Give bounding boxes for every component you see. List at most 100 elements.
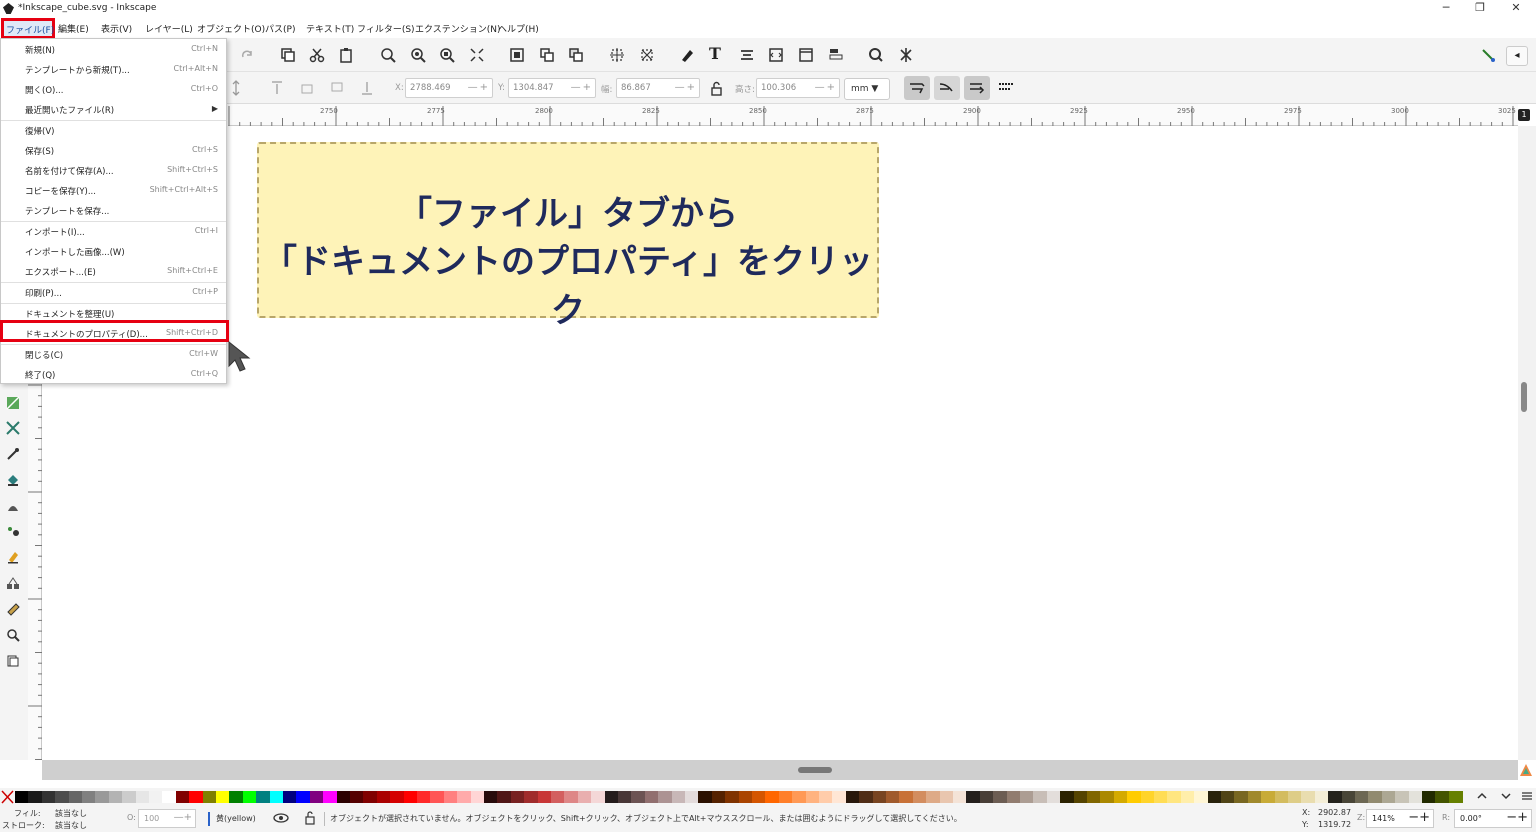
color-swatch[interactable]: [390, 791, 405, 803]
color-swatch[interactable]: [1261, 791, 1276, 803]
menu-help[interactable]: ヘルプ(H): [498, 22, 539, 35]
restore-button[interactable]: ❐: [1462, 0, 1498, 18]
menu-filters[interactable]: フィルター(S): [357, 22, 415, 35]
color-swatch[interactable]: [484, 791, 498, 803]
lower-icon[interactable]: [330, 80, 344, 96]
color-swatch[interactable]: [778, 791, 793, 803]
color-swatch[interactable]: [551, 791, 565, 803]
color-swatch[interactable]: [1127, 791, 1142, 803]
measure-tool-icon[interactable]: [6, 602, 20, 616]
menu-item-export[interactable]: エクスポート...(E) Shift+Ctrl+E: [1, 261, 226, 281]
menu-text[interactable]: テキスト(T): [306, 22, 354, 35]
color-swatch[interactable]: [1381, 791, 1396, 803]
color-swatch[interactable]: [376, 791, 391, 803]
color-swatch[interactable]: [149, 791, 163, 803]
color-swatch[interactable]: [1221, 791, 1235, 803]
color-swatch[interactable]: [403, 791, 418, 803]
menu-item-import-clipart[interactable]: インポートした画像...(W): [1, 241, 226, 261]
menu-object[interactable]: オブジェクト(O): [197, 22, 265, 35]
color-swatch[interactable]: [1288, 791, 1302, 803]
move-patterns-icon[interactable]: [998, 81, 1014, 95]
color-swatch[interactable]: [242, 791, 257, 803]
color-swatch[interactable]: [859, 791, 874, 803]
clone-icon[interactable]: [568, 47, 584, 63]
color-swatch[interactable]: [671, 791, 686, 803]
color-swatch[interactable]: [618, 791, 632, 803]
color-swatch[interactable]: [1408, 791, 1423, 803]
color-swatch[interactable]: [1247, 791, 1262, 803]
color-swatch[interactable]: [497, 791, 512, 803]
color-swatch[interactable]: [725, 791, 740, 803]
color-swatch[interactable]: [510, 791, 525, 803]
color-swatch[interactable]: [28, 791, 43, 803]
duplicate-icon[interactable]: [280, 47, 296, 63]
select-same-icon[interactable]: [609, 47, 625, 63]
menu-item-open[interactable]: 開く(O)... Ctrl+O: [1, 79, 226, 99]
menu-edit[interactable]: 編集(E): [58, 22, 89, 35]
color-swatch[interactable]: [1314, 791, 1329, 803]
color-swatch[interactable]: [309, 791, 324, 803]
color-swatch[interactable]: [443, 791, 458, 803]
color-swatch[interactable]: [296, 791, 311, 803]
menu-item-save-template[interactable]: テンプレートを保存...: [1, 200, 226, 220]
group-icon[interactable]: [509, 47, 525, 63]
current-layer[interactable]: 黄(yellow): [216, 813, 256, 824]
color-swatch[interactable]: [966, 791, 981, 803]
color-swatch[interactable]: [430, 791, 445, 803]
color-swatch[interactable]: [1020, 791, 1034, 803]
color-swatch[interactable]: [1087, 791, 1101, 803]
y-field[interactable]: 1304.847 —+: [508, 78, 596, 98]
objects-panel-icon[interactable]: [828, 47, 844, 63]
color-swatch[interactable]: [631, 791, 646, 803]
color-swatch[interactable]: [1355, 791, 1369, 803]
color-swatch[interactable]: [1328, 791, 1343, 803]
menu-item-print[interactable]: 印刷(P)... Ctrl+P: [1, 282, 226, 302]
color-swatch[interactable]: [1140, 791, 1155, 803]
horizontal-scrollbar[interactable]: [42, 760, 1518, 780]
color-swatch[interactable]: [122, 791, 137, 803]
height-field[interactable]: 100.306 —+: [756, 78, 840, 98]
color-swatch[interactable]: [872, 791, 887, 803]
color-swatch[interactable]: [1100, 791, 1115, 803]
color-swatch[interactable]: [939, 791, 954, 803]
rotation-field[interactable]: 0.00° −+: [1454, 809, 1532, 828]
color-swatch[interactable]: [819, 791, 833, 803]
menu-file[interactable]: ファイル(F): [6, 23, 54, 36]
color-swatch[interactable]: [1046, 791, 1061, 803]
fill-value[interactable]: 該当なし: [55, 808, 87, 819]
color-swatch[interactable]: [1207, 791, 1222, 803]
color-swatch[interactable]: [644, 791, 659, 803]
color-swatch[interactable]: [135, 791, 150, 803]
color-swatch[interactable]: [1395, 791, 1410, 803]
color-swatch[interactable]: [604, 791, 619, 803]
eye-icon[interactable]: [273, 812, 289, 824]
color-swatch[interactable]: [175, 791, 190, 803]
menu-extensions[interactable]: エクステンション(N): [415, 22, 501, 35]
document-properties-icon[interactable]: [798, 47, 814, 63]
color-swatch[interactable]: [658, 791, 673, 803]
menu-view[interactable]: 表示(V): [101, 22, 132, 35]
layer-lock-icon[interactable]: [304, 811, 316, 825]
color-swatch[interactable]: [1154, 791, 1168, 803]
menu-item-quit[interactable]: 終了(Q) Ctrl+Q: [1, 364, 226, 384]
redo-icon[interactable]: [240, 48, 254, 62]
palette-up-icon[interactable]: [1476, 790, 1488, 802]
color-swatch[interactable]: [283, 791, 297, 803]
tweak-tool-icon[interactable]: [6, 499, 20, 513]
color-swatch[interactable]: [229, 791, 244, 803]
color-swatch[interactable]: [470, 791, 485, 803]
color-swatch[interactable]: [738, 791, 753, 803]
color-swatch[interactable]: [1113, 791, 1128, 803]
stroke-value[interactable]: 該当なし: [55, 820, 87, 831]
color-swatch[interactable]: [711, 791, 726, 803]
color-swatch[interactable]: [832, 791, 847, 803]
color-swatch[interactable]: [1368, 791, 1383, 803]
color-swatch[interactable]: [336, 791, 351, 803]
mesh-tool-icon[interactable]: [6, 421, 20, 435]
menu-layer[interactable]: レイヤー(L): [145, 22, 193, 35]
zoom-tool-icon[interactable]: [6, 628, 20, 642]
zoom-field[interactable]: 141% −+: [1366, 809, 1434, 828]
gradient-tool-icon[interactable]: [6, 396, 20, 410]
color-swatch[interactable]: [912, 791, 927, 803]
color-swatch[interactable]: [1301, 791, 1316, 803]
